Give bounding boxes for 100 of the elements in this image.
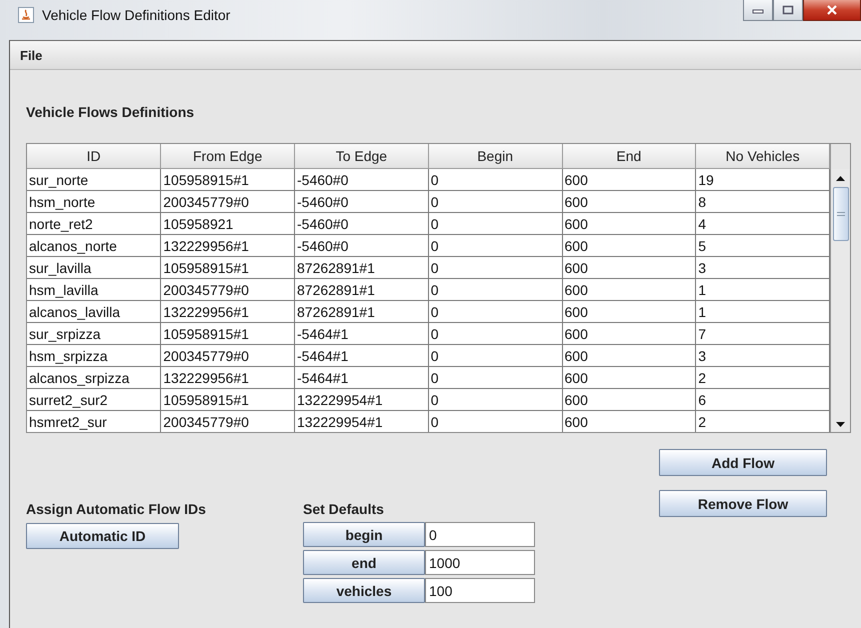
- scrollbar[interactable]: [830, 144, 850, 432]
- table-cell: 0: [428, 410, 562, 432]
- table-cell: 0: [428, 212, 562, 234]
- table-cell: alcanos_lavilla: [27, 300, 161, 322]
- table-cell: 3: [696, 256, 830, 278]
- table-cell: 200345779#0: [160, 410, 294, 432]
- table-cell: sur_lavilla: [27, 256, 161, 278]
- table-cell: 6: [696, 388, 830, 410]
- table-cell: hsm_norte: [27, 190, 161, 212]
- table-cell: -5460#0: [294, 212, 428, 234]
- table-cell: 0: [428, 388, 562, 410]
- table-cell: 600: [562, 234, 696, 256]
- close-button[interactable]: [803, 0, 861, 21]
- table-cell: -5464#1: [294, 322, 428, 344]
- table-cell: hsmret2_sur: [27, 410, 161, 432]
- table-cell: -5460#0: [294, 168, 428, 190]
- table-cell: 8: [696, 190, 830, 212]
- table-cell: 200345779#0: [160, 344, 294, 366]
- scroll-thumb[interactable]: [832, 187, 848, 241]
- column-header[interactable]: From Edge: [160, 144, 294, 168]
- table-cell: 0: [428, 234, 562, 256]
- table-cell: 600: [562, 256, 696, 278]
- table-cell: 0: [428, 256, 562, 278]
- table-cell: 19: [696, 168, 830, 190]
- scroll-down-icon[interactable]: [836, 422, 845, 427]
- input-field[interactable]: 0: [425, 522, 535, 547]
- table-cell: 105958921: [160, 212, 294, 234]
- app-icon: [18, 7, 34, 23]
- table-cell: sur_norte: [27, 168, 161, 190]
- table-cell: 600: [562, 300, 696, 322]
- table-cell: 132229956#1: [160, 300, 294, 322]
- table-cell: 132229956#1: [160, 366, 294, 388]
- flow-button[interactable]: Add Flow: [659, 449, 827, 476]
- automatic-id-button[interactable]: Automatic ID: [26, 523, 179, 549]
- table-cell: 132229954#1: [294, 410, 428, 432]
- table-cell: 105958915#1: [160, 322, 294, 344]
- table-cell: norte_ret2: [27, 212, 161, 234]
- table-cell: 0: [428, 190, 562, 212]
- table-cell: 200345779#0: [160, 278, 294, 300]
- table-cell: 600: [562, 344, 696, 366]
- table-cell: 132229954#1: [294, 388, 428, 410]
- table-cell: 2: [696, 366, 830, 388]
- table-cell: 0: [428, 366, 562, 388]
- table-cell: 600: [562, 388, 696, 410]
- table-cell: 2: [696, 410, 830, 432]
- table-cell: hsm_srpizza: [27, 344, 161, 366]
- flow-button[interactable]: Remove Flow: [659, 490, 827, 517]
- table-cell: 200345779#0: [160, 190, 294, 212]
- table-cell: alcanos_srpizza: [27, 366, 161, 388]
- table-cell: sur_srpizza: [27, 322, 161, 344]
- table-cell: 1: [696, 300, 830, 322]
- table-cell: 0: [428, 278, 562, 300]
- default-button[interactable]: end: [303, 550, 425, 575]
- section-heading: Vehicle Flows Definitions: [26, 104, 196, 120]
- column-header[interactable]: Begin: [428, 144, 562, 168]
- table-cell: 3: [696, 344, 830, 366]
- table-cell: 600: [562, 190, 696, 212]
- table-cell: 600: [562, 168, 696, 190]
- table-cell: hsm_lavilla: [27, 278, 161, 300]
- table-cell: 0: [428, 322, 562, 344]
- default-button[interactable]: begin: [303, 522, 425, 547]
- close-icon: [826, 5, 838, 15]
- column-header[interactable]: End: [562, 144, 696, 168]
- maximize-icon: [782, 5, 794, 15]
- table-cell: 105958915#1: [160, 256, 294, 278]
- table-cell: 132229956#1: [160, 234, 294, 256]
- table-cell: 4: [696, 212, 830, 234]
- group-label: Assign Automatic Flow IDs: [26, 501, 207, 517]
- scroll-up-icon[interactable]: [836, 176, 845, 181]
- minimize-button[interactable]: [743, 0, 773, 21]
- table-cell: -5460#0: [294, 190, 428, 212]
- table-cell: 87262891#1: [294, 256, 428, 278]
- window-title: Vehicle Flow Definitions Editor: [42, 7, 230, 23]
- table-cell: 105958915#1: [160, 388, 294, 410]
- default-button[interactable]: vehicles: [303, 578, 425, 603]
- group-label: Set Defaults: [303, 501, 385, 517]
- table-cell: 7: [696, 322, 830, 344]
- input-field[interactable]: 1000: [425, 550, 535, 575]
- column-header[interactable]: No Vehicles: [696, 144, 830, 168]
- table-cell: -5464#1: [294, 344, 428, 366]
- table-cell: surret2_sur2: [27, 388, 161, 410]
- table-cell: 600: [562, 212, 696, 234]
- table-cell: 600: [562, 366, 696, 388]
- table-cell: 0: [428, 344, 562, 366]
- table-cell: 87262891#1: [294, 278, 428, 300]
- menu-item[interactable]: File: [20, 48, 42, 62]
- table-cell: 87262891#1: [294, 300, 428, 322]
- table-cell: -5460#0: [294, 234, 428, 256]
- table-cell: alcanos_norte: [27, 234, 161, 256]
- table-cell: 1: [696, 278, 830, 300]
- table-cell: -5464#1: [294, 366, 428, 388]
- column-header[interactable]: To Edge: [294, 144, 428, 168]
- column-header[interactable]: ID: [27, 144, 161, 168]
- input-field[interactable]: 100: [425, 578, 535, 603]
- maximize-button[interactable]: [773, 0, 803, 21]
- table-cell: 5: [696, 234, 830, 256]
- table-cell: 0: [428, 300, 562, 322]
- table-cell: 600: [562, 278, 696, 300]
- table-cell: 600: [562, 410, 696, 432]
- table-cell: 600: [562, 322, 696, 344]
